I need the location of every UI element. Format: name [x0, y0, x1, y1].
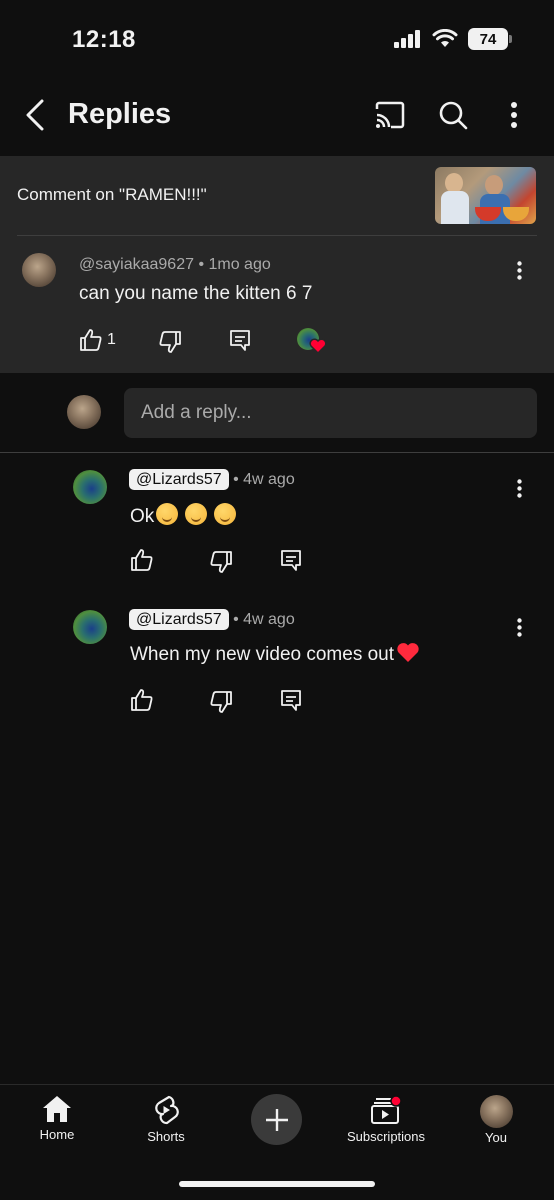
avatar[interactable]: [73, 610, 107, 644]
subscriptions-icon: [371, 1095, 402, 1124]
battery-level: 74: [479, 30, 497, 48]
page-title: Replies: [68, 98, 172, 130]
reply-handle[interactable]: @Lizards57: [129, 609, 229, 630]
nav-you-label: You: [485, 1130, 507, 1145]
smirk-face-icon: [185, 503, 208, 525]
cast-icon[interactable]: [371, 96, 409, 134]
nav-you[interactable]: You: [441, 1095, 551, 1145]
reply-text-content: When my new video comes out: [130, 644, 395, 665]
avatar[interactable]: [73, 470, 107, 504]
profile-avatar: [479, 1095, 513, 1128]
home-indicator: [179, 1181, 375, 1187]
reply-text-content: Ok: [130, 506, 155, 527]
search-icon[interactable]: [434, 96, 472, 134]
home-icon: [43, 1096, 71, 1122]
user-avatar: [67, 395, 101, 429]
smirk-face-icon: [214, 503, 237, 525]
comment-more-icon[interactable]: [509, 258, 529, 282]
dislike-icon[interactable]: [158, 330, 182, 354]
comment-text: can you name the kitten 6 7: [79, 283, 313, 304]
dislike-icon[interactable]: [209, 690, 233, 714]
divider: [0, 452, 554, 453]
like-icon[interactable]: [79, 328, 103, 352]
reply-more-icon[interactable]: [509, 615, 529, 639]
comment-meta: @sayiakaa9627 • 1mo ago: [79, 256, 271, 274]
nav-subscriptions[interactable]: Subscriptions: [331, 1095, 441, 1144]
reply-more-icon[interactable]: [509, 476, 529, 500]
cellular-signal-icon: [394, 30, 420, 48]
reply-meta: @Lizards57 • 4w ago: [129, 609, 295, 630]
plus-icon: [265, 1108, 288, 1131]
reply-icon[interactable]: [279, 548, 303, 572]
status-time: 12:18: [72, 26, 136, 53]
reply-icon[interactable]: [228, 328, 252, 352]
dislike-icon[interactable]: [209, 550, 233, 574]
comment-age: 1mo ago: [208, 256, 271, 273]
battery-indicator: 74: [468, 28, 512, 50]
nav-shorts[interactable]: Shorts: [111, 1095, 221, 1144]
reply-text: Ok: [130, 503, 237, 528]
nav-home-label: Home: [39, 1127, 75, 1142]
reply-handle[interactable]: @Lizards57: [129, 469, 229, 490]
smirk-face-icon: [156, 503, 179, 525]
more-options-icon[interactable]: [495, 96, 533, 134]
nav-home[interactable]: Home: [2, 1095, 112, 1142]
video-thumbnail[interactable]: [435, 167, 536, 224]
reply-age: 4w ago: [243, 611, 295, 628]
reply-meta: @Lizards57 • 4w ago: [129, 469, 295, 490]
reply-age: 4w ago: [243, 471, 295, 488]
divider: [17, 235, 537, 236]
nav-subscriptions-label: Subscriptions: [346, 1129, 426, 1144]
status-icons: 74: [394, 28, 512, 50]
back-arrow-icon[interactable]: [22, 98, 50, 132]
comment-context[interactable]: Comment on "RAMEN!!!": [17, 185, 207, 205]
red-heart-icon: [397, 643, 419, 662]
heart-icon: [309, 338, 327, 354]
separator-dot: •: [198, 256, 209, 273]
avatar[interactable]: [22, 253, 56, 287]
like-count: 1: [107, 331, 116, 348]
creator-heart-badge: [297, 328, 329, 356]
like-icon[interactable]: [130, 688, 154, 712]
shorts-icon: [155, 1095, 179, 1125]
separator-dot: •: [233, 611, 244, 628]
nav-shorts-label: Shorts: [147, 1129, 185, 1144]
reply-input[interactable]: Add a reply...: [124, 388, 537, 438]
separator-dot: •: [233, 471, 244, 488]
wifi-icon: [432, 29, 458, 47]
reply-icon[interactable]: [279, 688, 303, 712]
like-icon[interactable]: [130, 548, 154, 572]
comment-handle[interactable]: @sayiakaa9627: [79, 256, 194, 273]
reply-text: When my new video comes out: [130, 642, 420, 666]
create-button[interactable]: [251, 1094, 302, 1145]
